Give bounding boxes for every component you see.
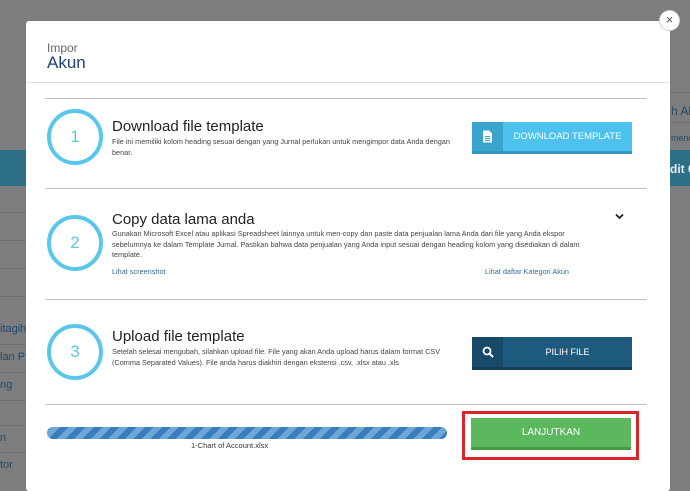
- section-divider: [45, 404, 647, 405]
- upload-progress-bar: [47, 427, 447, 439]
- file-icon: [472, 122, 503, 151]
- bg-text-left-5: tor: [0, 459, 13, 471]
- bg-text-right-2: menç: [671, 133, 690, 143]
- bg-text-left-1: itagih: [0, 323, 27, 335]
- account-category-list-link[interactable]: Lihat daftar Kategori Akun: [485, 267, 569, 276]
- section-divider: [45, 188, 647, 189]
- close-icon[interactable]: ×: [659, 10, 680, 31]
- bg-divider: [0, 400, 26, 401]
- section-divider: [45, 299, 647, 300]
- step-1-circle: 1: [47, 109, 103, 165]
- step-3-title: Upload file template: [112, 328, 245, 345]
- step-2-circle: 2: [47, 215, 103, 271]
- bg-divider: [0, 268, 26, 269]
- choose-file-label: PILIH FILE: [545, 347, 590, 357]
- download-template-button[interactable]: DOWNLOAD TEMPLATE: [472, 122, 632, 154]
- upload-progress-fill: [47, 427, 447, 439]
- modal-title: Akun: [47, 53, 86, 72]
- download-template-label: DOWNLOAD TEMPLATE: [513, 131, 622, 142]
- bg-divider: [0, 344, 26, 345]
- step-3-description: Setelah selesai mengubah, silahkan uploa…: [112, 347, 441, 367]
- uploaded-filename: 1-Chart of Account.xlsx: [191, 441, 269, 450]
- step-2-title: Copy data lama anda: [112, 211, 255, 228]
- search-icon: [472, 337, 503, 367]
- section-divider: [45, 98, 647, 99]
- import-modal: Impor Akun 1 Download file template File…: [26, 21, 670, 491]
- bg-text-left-2: lan P: [0, 351, 26, 363]
- step-3-circle: 3: [47, 324, 103, 380]
- bg-text-right-band: dit 6: [670, 162, 690, 176]
- bg-divider: [0, 372, 26, 373]
- bg-divider: [0, 212, 26, 213]
- step-2-description: Gunakan Microsoft Excel atau aplikasi Sp…: [112, 229, 580, 259]
- bg-divider: [0, 296, 26, 297]
- step-1-description: File ini memiliki kolom heading sesuai d…: [112, 137, 450, 157]
- bg-divider: [0, 425, 26, 426]
- continue-button[interactable]: LANJUTKAN: [471, 418, 631, 450]
- step-1-title: Download file template: [112, 118, 264, 135]
- bg-text-left-3: ng: [0, 379, 13, 391]
- chevron-down-icon[interactable]: [615, 211, 624, 223]
- see-screenshot-link[interactable]: Lihat screenshot: [112, 267, 166, 276]
- bg-divider: [0, 452, 26, 453]
- choose-file-button[interactable]: PILIH FILE: [472, 337, 632, 370]
- bg-text-right-1: h Ak: [671, 104, 690, 118]
- bg-divider: [0, 240, 26, 241]
- bg-text-left-4: n: [0, 432, 7, 444]
- modal-header: Impor Akun: [26, 21, 670, 83]
